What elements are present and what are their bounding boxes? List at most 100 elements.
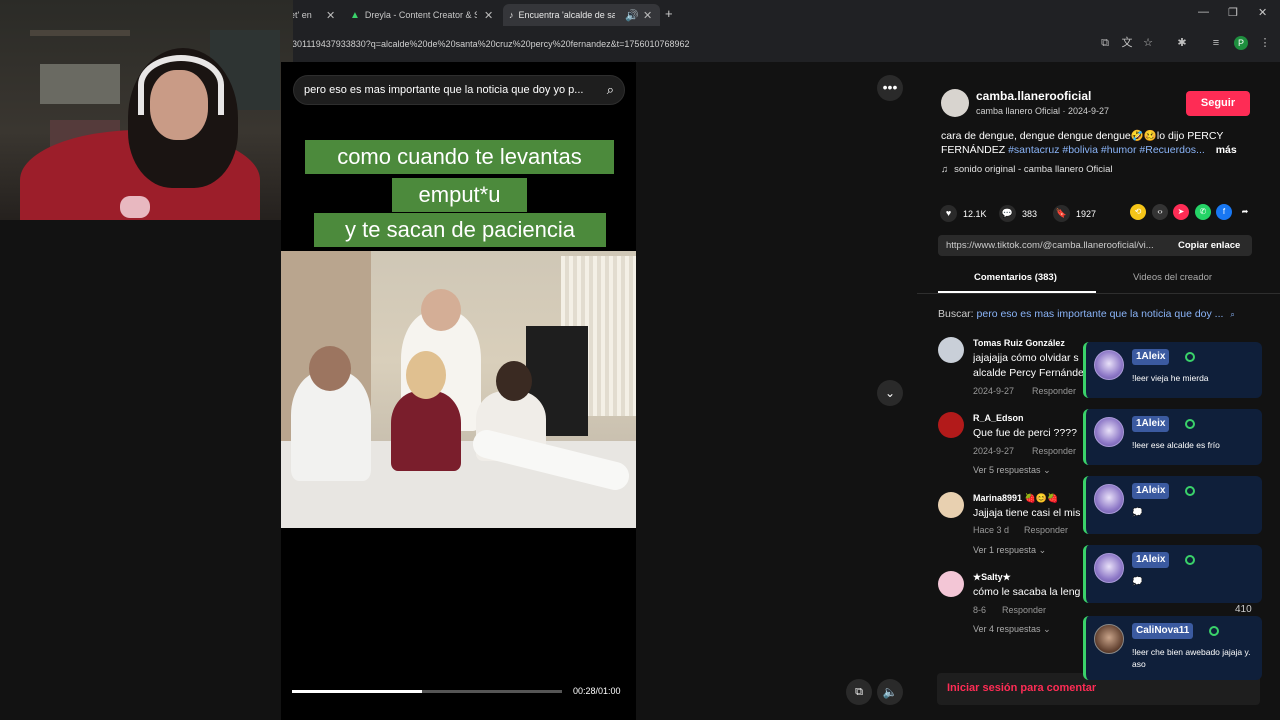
progress-fill [292,690,422,693]
bookmark-icon[interactable]: 🔖 [1053,205,1070,222]
video-progress-bar[interactable] [292,690,562,693]
tab-creator-videos[interactable]: Videos del creador [1133,272,1212,283]
comment-username[interactable]: R_A_Edson [973,413,1024,423]
comment-icon[interactable]: 💬 [999,205,1016,222]
comment-username[interactable]: Tomas Ruiz González [973,338,1065,348]
menu-icon[interactable]: ⋮ [1258,36,1272,50]
chat-text: 💭 [1132,507,1143,517]
maximize-button[interactable]: ❐ [1228,6,1238,19]
video-search-bar[interactable]: pero eso es mas importante que la notici… [293,75,625,105]
address-bar[interactable]: 301119437933830?q=alcalde%20de%20santa%2… [292,35,1092,53]
author-username[interactable]: camba.llanerooficial [976,89,1091,103]
more-options-icon[interactable]: ••• [877,75,903,101]
comment-username[interactable]: ★Salty★ [973,572,1011,583]
close-icon[interactable]: ✕ [484,9,493,22]
search-query-text: pero eso es mas importante que la notici… [304,84,584,96]
caption-line-3: y te sacan de paciencia [314,213,606,247]
minimize-button[interactable]: — [1198,6,1209,18]
tab-1[interactable]: et' en ✕ [290,4,342,26]
embed-icon[interactable]: ‹› [1152,204,1168,220]
chat-message: 1Aleix 💭 [1083,545,1262,603]
extensions-icon[interactable]: ✱ [1175,36,1189,50]
search-query-link[interactable]: pero eso es mas importante que la notici… [977,308,1224,320]
comment-avatar[interactable] [938,492,964,518]
status-dot-icon [1185,352,1195,362]
tab-label: et' en [290,10,312,20]
chat-username: 1Aleix [1132,483,1170,499]
more-link[interactable]: más [1216,144,1237,156]
comment-avatar[interactable] [938,337,964,363]
close-icon[interactable]: ✕ [326,9,335,22]
person-woman-center [391,391,461,471]
status-dot-icon [1209,626,1219,636]
like-count: 12.1K [963,208,987,219]
chat-username: CaliNova11 [1132,623,1194,639]
volume-icon[interactable]: 🔈 [877,679,903,705]
chat-message: CaliNova11 !leer che bien awebado jajaja… [1083,616,1262,680]
author-avatar[interactable] [941,89,969,117]
chevron-down-icon: ⌄ [1043,624,1051,634]
facebook-icon[interactable]: f [1216,204,1232,220]
comment-text: alcalde Percy Fernánde [973,367,1083,379]
share-arrow-icon[interactable]: ➦ [1237,204,1253,220]
comment-search-hint[interactable]: Buscar: pero eso es mas importante que l… [938,308,1235,320]
install-icon[interactable]: ⧉ [1098,36,1112,50]
comment-avatar[interactable] [938,571,964,597]
tab-label: Encuentra 'alcalde de santa [518,10,615,20]
status-dot-icon [1185,419,1195,429]
status-dot-icon [1185,555,1195,565]
reply-button[interactable]: Responder [1032,386,1076,396]
bookmark-star-icon[interactable]: ☆ [1141,36,1155,50]
caption-line-1: como cuando te levantas [305,140,614,174]
repost-icon[interactable]: ⟲ [1130,204,1146,220]
reply-button[interactable]: Responder [1024,525,1068,535]
tab-2[interactable]: ▲ Dreyla - Content Creator & Stre ✕ [346,4,498,26]
translate-icon[interactable]: 文 [1120,36,1134,50]
close-window-button[interactable]: ✕ [1258,6,1267,19]
status-dot-icon [1185,486,1195,496]
whatsapp-icon[interactable]: ✆ [1195,204,1211,220]
video-timecode: 00:28/01:00 [573,686,621,696]
viewer-count: 410 [1235,604,1252,615]
tab-3-active[interactable]: ♪ Encuentra 'alcalde de santa 🔊 ✕ [503,4,660,26]
media-control-icon[interactable]: ≡ [1209,36,1223,50]
comment-count: 383 [1022,208,1038,219]
view-replies-link[interactable]: Ver 1 respuesta ⌄ [973,545,1046,556]
copy-link-button[interactable]: Copiar enlace [1178,240,1240,251]
reply-button[interactable]: Responder [1002,605,1046,615]
chat-text: !leer che bien awebado jajaja y. aso [1132,647,1251,669]
comment-text: Jajjaja tiene casi el mis [973,507,1081,519]
close-icon[interactable]: ✕ [643,9,652,22]
comment-avatar[interactable] [938,412,964,438]
sound-row[interactable]: ♫ sonido original - camba llanero Oficial [941,164,1113,175]
chat-avatar [1094,417,1124,447]
follow-button[interactable]: Seguir [1186,91,1250,116]
webcam-overlay [0,0,293,220]
reply-button[interactable]: Responder [1032,446,1076,456]
description-hashtags[interactable]: #santacruz #bolivia #humor #Recuerdos... [1008,144,1205,156]
chat-message: 1Aleix !leer ese alcalde es frío [1083,409,1262,465]
chevron-down-icon[interactable]: ⌄ [877,380,903,406]
chat-text: !leer vieja he mierda [1132,373,1209,383]
pip-icon[interactable]: ⧉ [846,679,872,705]
comment-username[interactable]: Marina8991 🍓😊🍓 [973,493,1058,504]
search-icon[interactable]: ⌕ [1230,310,1234,319]
chevron-down-icon: ⌄ [1038,545,1047,555]
view-replies-link[interactable]: Ver 5 respuestas ⌄ [973,465,1051,476]
search-icon[interactable]: ⌕ [607,76,614,104]
chat-message: 1Aleix 💭 [1083,476,1262,534]
profile-avatar[interactable]: P [1234,36,1248,50]
video-description: cara de dengue, dengue dengue dengue🤣🥴lo… [941,129,1256,157]
comment-date: 2024-9-27 [973,386,1015,396]
tab-comments[interactable]: Comentarios (383) [974,272,1057,283]
comment-text: Que fue de perci ???? [973,427,1077,439]
comment-stat[interactable]: 💬 383 [999,205,1037,222]
like-stat[interactable]: ♥ 12.1K [940,205,987,222]
comment-date: Hace 3 d [973,525,1010,535]
heart-icon[interactable]: ♥ [940,205,957,222]
new-tab-button[interactable]: + [665,6,673,21]
view-replies-link[interactable]: Ver 4 respuestas ⌄ [973,624,1051,635]
save-stat[interactable]: 🔖 1927 [1053,205,1096,222]
person-woman-head [406,351,446,399]
send-icon[interactable]: ➤ [1173,204,1189,220]
